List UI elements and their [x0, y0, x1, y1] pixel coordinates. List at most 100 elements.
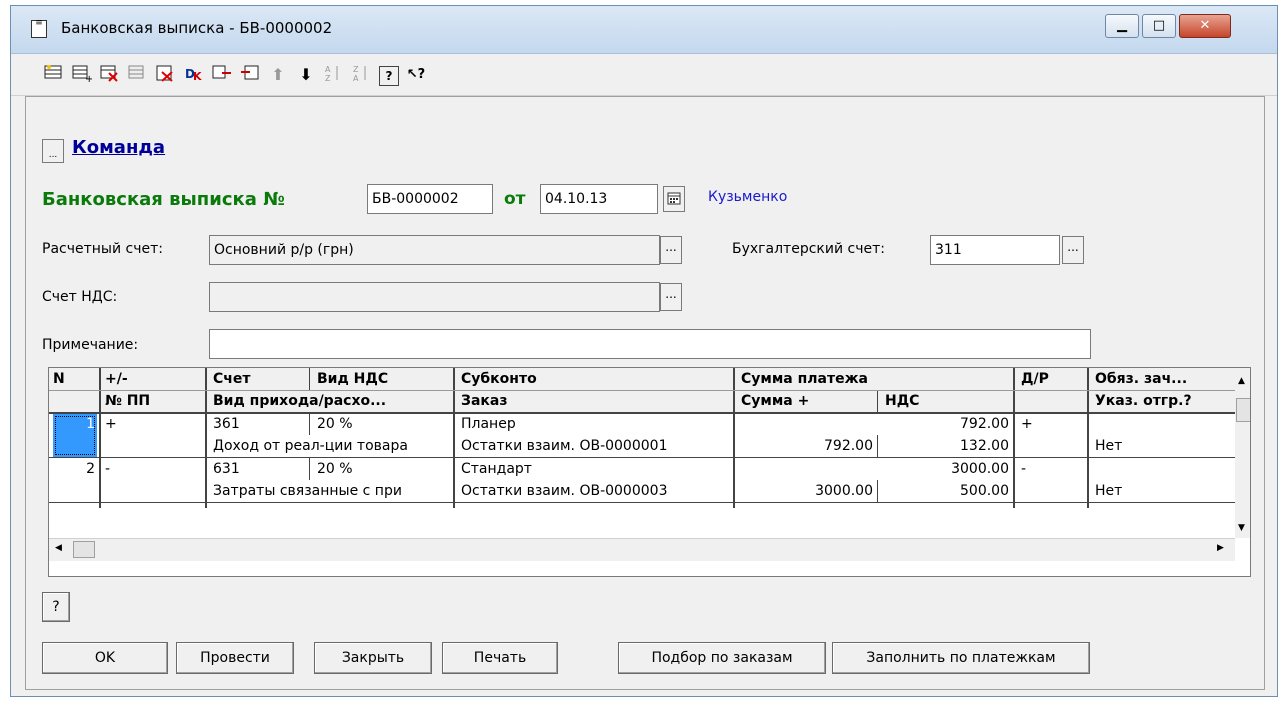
- acc-account-field[interactable]: 311: [930, 235, 1060, 265]
- copy-row-icon[interactable]: +: [71, 64, 93, 86]
- scroll-left-icon[interactable]: ◀: [55, 543, 62, 553]
- table-cell-sum-plus[interactable]: 792.00: [737, 435, 877, 457]
- row-divider: [49, 412, 1249, 414]
- window-title: Банковская выписка - БВ-0000002: [61, 19, 333, 37]
- fill-payments-button[interactable]: Заполнить по платежкам: [832, 642, 1090, 674]
- document-heading: Банковская выписка №: [42, 189, 285, 210]
- svg-text:+: +: [85, 74, 92, 82]
- table-cell-kind[interactable]: Затраты связанные с при: [209, 480, 453, 502]
- table-cell-subconto[interactable]: Планер: [457, 413, 733, 435]
- table-cell-obyaz[interactable]: [1091, 458, 1241, 480]
- col-header-vat-type[interactable]: Вид НДС: [313, 368, 453, 390]
- scroll-thumb[interactable]: [1236, 398, 1250, 422]
- table-cell-pp[interactable]: [101, 480, 205, 502]
- insert-icon[interactable]: [239, 64, 261, 86]
- table-cell-account[interactable]: 361: [209, 413, 309, 435]
- col-header-amount[interactable]: Сумма платежа: [737, 368, 1013, 390]
- scroll-up-icon[interactable]: ▲: [1238, 376, 1245, 386]
- col-header-pp[interactable]: № ПП: [101, 390, 205, 412]
- table-cell-amount[interactable]: 792.00: [737, 413, 1013, 435]
- col-header-order[interactable]: Заказ: [457, 390, 733, 412]
- table-cell-order[interactable]: Остатки взаим. ОВ-0000003: [457, 480, 733, 502]
- command-button[interactable]: ...: [42, 139, 64, 163]
- sort-desc-icon[interactable]: ZA: [351, 64, 373, 86]
- table-cell-vat[interactable]: 500.00: [881, 480, 1013, 502]
- ok-button[interactable]: OK: [42, 642, 168, 674]
- col-header-ukaz[interactable]: Указ. отгр.?: [1091, 390, 1241, 412]
- up-arrow-icon[interactable]: ⬆: [267, 64, 289, 86]
- doc-number-field[interactable]: БВ-0000002: [367, 184, 493, 214]
- whats-this-icon[interactable]: ↖?: [405, 64, 427, 86]
- acc-account-select-button[interactable]: ...: [1062, 236, 1084, 264]
- table-cell-sum-plus[interactable]: 3000.00: [737, 480, 877, 502]
- table-cell-subconto[interactable]: Стандарт: [457, 458, 733, 480]
- col-header-n[interactable]: N: [49, 368, 99, 390]
- command-link[interactable]: Команда: [72, 137, 165, 158]
- svg-text:A: A: [353, 74, 359, 82]
- date-field[interactable]: 04.10.13: [540, 184, 658, 214]
- post-button[interactable]: Провести: [176, 642, 294, 674]
- col-header-sum-plus[interactable]: Сумма +: [737, 390, 877, 412]
- account-select-button[interactable]: ...: [660, 236, 682, 264]
- close-form-button[interactable]: Закрыть: [314, 642, 432, 674]
- scroll-right-icon[interactable]: ▶: [1217, 543, 1224, 553]
- svg-text:K: K: [193, 70, 202, 82]
- payments-table[interactable]: N +/- Счет Вид НДС Субконто Сумма платеж…: [48, 367, 1251, 577]
- col-header-vat[interactable]: НДС: [881, 390, 1013, 412]
- column-divider: [1013, 368, 1015, 508]
- print-button[interactable]: Печать: [442, 642, 558, 674]
- table-cell-ukaz[interactable]: Нет: [1091, 435, 1241, 457]
- maximize-button[interactable]: □: [1142, 14, 1176, 38]
- document-icon: ≡: [31, 19, 47, 38]
- col-header-subconto[interactable]: Субконто: [457, 368, 733, 390]
- vat-account-field[interactable]: [209, 282, 660, 312]
- table-cell-account[interactable]: 631: [209, 458, 309, 480]
- dk-icon[interactable]: DK: [183, 64, 205, 86]
- col-header-kind[interactable]: Вид прихода/расхо...: [209, 390, 453, 412]
- title-bar[interactable]: ≡ Банковская выписка - БВ-0000002 ▁ □ ✕: [11, 6, 1277, 54]
- minimize-button[interactable]: ▁: [1105, 14, 1139, 38]
- table-cell-sign[interactable]: -: [101, 458, 205, 480]
- table-cell-sign[interactable]: +: [101, 413, 205, 435]
- new-row-icon[interactable]: [43, 64, 65, 86]
- table-cell-order[interactable]: Остатки взаим. ОВ-0000001: [457, 435, 733, 457]
- account-field[interactable]: Основний р/р (грн): [209, 235, 660, 265]
- col-header-dr[interactable]: Д/Р: [1017, 368, 1087, 390]
- delete-row-icon[interactable]: [99, 64, 121, 86]
- note-field[interactable]: [209, 329, 1091, 359]
- row-divider: [49, 457, 1249, 458]
- horizontal-scrollbar[interactable]: ◀ ▶: [49, 538, 1235, 561]
- table-cell-amount[interactable]: 3000.00: [737, 458, 1013, 480]
- select-orders-button[interactable]: Подбор по заказам: [618, 642, 826, 674]
- col-header-obyaz[interactable]: Обяз. зач...: [1091, 368, 1241, 390]
- delete-icon[interactable]: [155, 64, 177, 86]
- table-cell-obyaz[interactable]: [1091, 413, 1241, 435]
- close-button[interactable]: ✕: [1179, 14, 1231, 38]
- table-cell-vat[interactable]: 132.00: [881, 435, 1013, 457]
- sort-asc-icon[interactable]: AZ: [323, 64, 345, 86]
- table-cell-dr[interactable]: +: [1017, 413, 1087, 435]
- help-button[interactable]: ?: [42, 592, 70, 622]
- scroll-down-icon[interactable]: ▼: [1238, 523, 1245, 533]
- vat-account-select-button[interactable]: ...: [660, 283, 682, 311]
- toolbar: + DK ⬆ ⬇ AZ ZA ? ↖?: [11, 54, 1277, 96]
- help-icon[interactable]: ?: [379, 66, 399, 86]
- vertical-scrollbar[interactable]: ▲ ▼: [1235, 368, 1250, 538]
- scroll-thumb[interactable]: [73, 541, 95, 558]
- col-header-account[interactable]: Счет: [209, 368, 313, 390]
- author-label: Кузьменко: [708, 189, 788, 205]
- column-divider: [453, 368, 455, 508]
- table-cell-dr[interactable]: -: [1017, 458, 1087, 480]
- col-header-sign[interactable]: +/-: [101, 368, 205, 390]
- edit-row-icon[interactable]: [127, 64, 149, 86]
- move-icon[interactable]: [211, 64, 233, 86]
- table-cell-vat-type[interactable]: 20 %: [313, 458, 453, 480]
- table-cell-vat-type[interactable]: 20 %: [313, 413, 453, 435]
- table-cell-kind[interactable]: Доход от реал-ции товара: [209, 435, 453, 457]
- down-arrow-icon[interactable]: ⬇: [295, 64, 317, 86]
- svg-text:A: A: [325, 65, 331, 74]
- table-cell-ukaz[interactable]: Нет: [1091, 480, 1241, 502]
- calendar-icon[interactable]: [663, 186, 685, 212]
- note-label: Примечание:: [42, 337, 139, 353]
- table-cell-pp[interactable]: [101, 435, 205, 457]
